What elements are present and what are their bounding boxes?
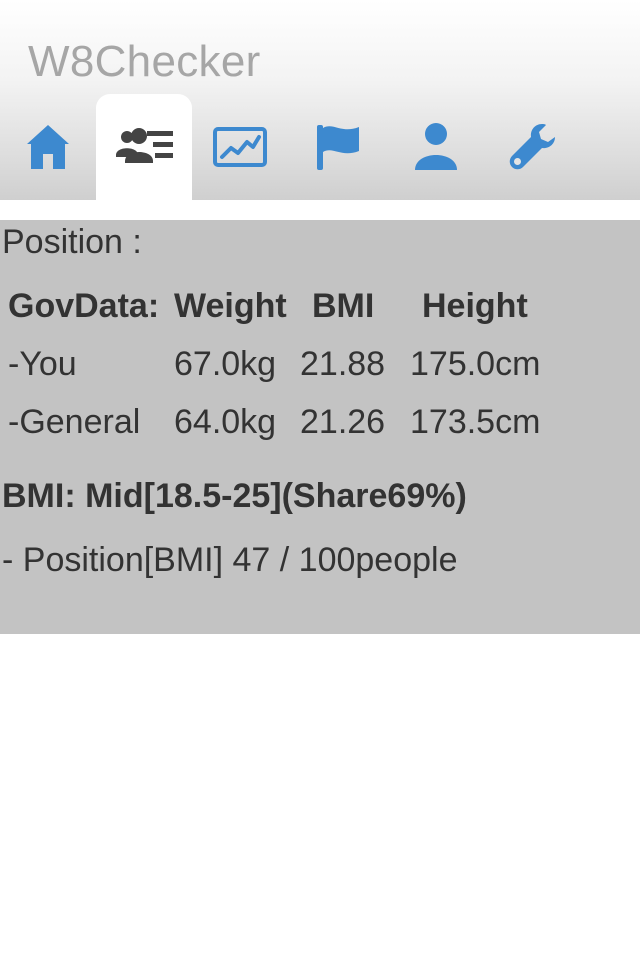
chart-icon — [213, 127, 267, 167]
cell-weight: 64.0kg — [174, 403, 277, 441]
tab-chart[interactable] — [192, 94, 288, 200]
header-height: Height — [422, 287, 528, 325]
header-bmi: BMI — [312, 287, 375, 325]
row-label-you: -You — [8, 345, 77, 383]
cell-height: 175.0cm — [410, 345, 541, 383]
cell-bmi: 21.88 — [300, 345, 386, 383]
header-govdata: GovData: — [8, 287, 160, 325]
header-weight: Weight — [174, 287, 287, 325]
cell-height: 173.5cm — [410, 403, 541, 441]
gov-data-table: GovData: Weight BMI Height -You 67.0kg 2… — [6, 286, 566, 460]
position-label: Position : — [2, 223, 142, 261]
user-icon — [415, 123, 457, 170]
table-header-row: GovData: Weight BMI Height — [6, 286, 566, 344]
cell-weight: 67.0kg — [174, 345, 277, 383]
table-row: -You 67.0kg 21.88 175.0cm — [6, 344, 566, 402]
bmi-summary: BMI: Mid[18.5-25](Share69%) — [2, 477, 467, 515]
app-header: W8Checker — [0, 0, 640, 200]
position-panel: Position : GovData: Weight BMI Height -Y… — [0, 220, 640, 634]
tab-flag[interactable] — [290, 94, 386, 200]
tab-user[interactable] — [388, 94, 484, 200]
bmi-position-text: - Position[BMI] 47 / 100people — [2, 541, 458, 579]
tab-home[interactable] — [0, 94, 96, 200]
cell-bmi: 21.26 — [300, 403, 386, 441]
tab-bar — [0, 94, 640, 200]
people-list-icon — [116, 128, 173, 163]
flag-icon — [317, 125, 359, 170]
tab-people-list[interactable] — [96, 94, 192, 200]
wrench-icon — [509, 124, 555, 170]
row-label-general: -General — [8, 403, 141, 441]
table-row: -General 64.0kg 21.26 173.5cm — [6, 402, 566, 460]
app-title: W8Checker — [28, 37, 261, 86]
home-icon — [27, 125, 69, 169]
header-separator — [0, 200, 640, 220]
tab-settings[interactable] — [486, 94, 582, 200]
